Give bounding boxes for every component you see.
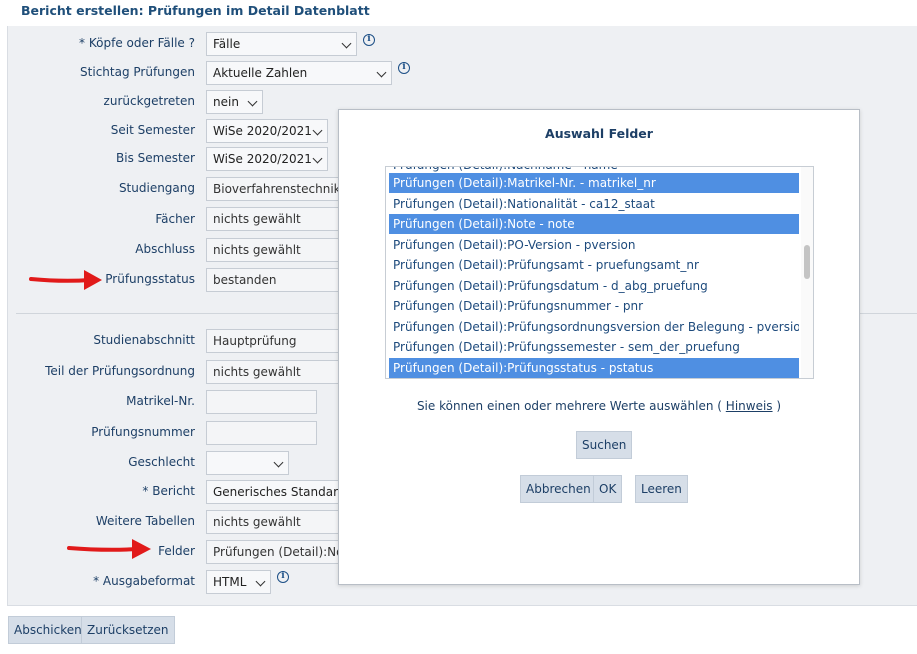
felder-field[interactable]: Prüfungen (Detail):Note (206, 540, 341, 564)
scrollbar[interactable] (801, 167, 813, 378)
stichtag-label: Stichtag Prüfungen (80, 65, 195, 79)
chevron-down-icon (376, 67, 387, 78)
faecher-field[interactable]: nichts gewählt (206, 207, 341, 231)
hint-suffix: ) (776, 399, 782, 413)
pruefungsnummer-input[interactable] (206, 421, 317, 445)
selection-hint: Sie können einen oder mehrere Werte ausw… (339, 399, 859, 413)
list-item[interactable]: Prüfungen (Detail):Prüfungssemester - se… (389, 337, 799, 357)
hinweis-link[interactable]: Hinweis (726, 399, 773, 413)
zurueckgetreten-value: nein (213, 95, 239, 109)
chevron-down-icon (273, 457, 284, 468)
clear-button[interactable]: Leeren (635, 475, 688, 503)
ok-button[interactable]: OK (593, 475, 623, 503)
geschlecht-label: Geschlecht (128, 455, 195, 469)
chevron-down-icon (255, 576, 266, 587)
chevron-down-icon (312, 125, 323, 136)
seit-semester-select[interactable]: WiSe 2020/2021 (206, 119, 328, 143)
reset-button[interactable]: Zurücksetzen (81, 616, 175, 644)
info-icon[interactable]: i (277, 571, 289, 583)
page-title: Bericht erstellen: Prüfungen im Detail D… (21, 3, 370, 18)
bis-semester-label: Bis Semester (116, 151, 195, 165)
studienabschnitt-field[interactable]: Hauptprüfung (206, 329, 341, 353)
info-icon[interactable]: i (398, 62, 410, 74)
studiengang-field[interactable]: Bioverfahrenstechnik (206, 177, 341, 201)
list-item[interactable]: Prüfungen (Detail):Prüfungsdatum - d_abg… (389, 276, 799, 296)
fields-listbox[interactable]: Prüfungen (Detail):Nachname - name Prüfu… (385, 166, 814, 379)
info-icon[interactable]: i (363, 34, 375, 46)
weitere-tabellen-label: Weitere Tabellen (95, 514, 195, 528)
matrikel-label: Matrikel-Nr. (126, 394, 195, 408)
auswahl-felder-dialog: Auswahl Felder Prüfungen (Detail):Nachna… (338, 109, 860, 585)
pruefungsstatus-label: Prüfungsstatus (105, 272, 195, 286)
faecher-label: Fächer (155, 212, 195, 226)
cancel-button[interactable]: Abbrechen (520, 475, 597, 503)
search-button[interactable]: Suchen (576, 431, 633, 459)
matrikel-input[interactable] (206, 390, 317, 414)
koepfe-faelle-select[interactable]: Fälle (206, 32, 357, 56)
dialog-title: Auswahl Felder (545, 126, 653, 141)
bis-semester-select[interactable]: WiSe 2020/2021 (206, 147, 328, 171)
zurueckgetreten-label: zurückgetreten (103, 94, 195, 108)
seit-semester-value: WiSe 2020/2021 (213, 124, 312, 138)
chevron-down-icon (341, 38, 352, 49)
ausgabeformat-select[interactable]: HTML (206, 570, 271, 594)
geschlecht-select[interactable] (206, 451, 289, 475)
list-item[interactable]: Prüfungen (Detail):PO-Version - pversion (389, 235, 799, 255)
felder-label: Felder (158, 544, 195, 558)
teil-po-label: Teil der Prüfungsordnung (45, 364, 195, 378)
hint-prefix: Sie können einen oder mehrere Werte ausw… (416, 399, 722, 413)
seit-semester-label: Seit Semester (110, 123, 195, 137)
chevron-down-icon (247, 96, 258, 107)
koepfe-faelle-label: * Köpfe oder Fälle ? (79, 36, 195, 50)
abschluss-label: Abschluss (135, 242, 195, 256)
list-item[interactable]: Prüfungen (Detail):Prüfungsordnungsversi… (389, 317, 799, 337)
teil-po-field[interactable]: nichts gewählt (206, 360, 341, 384)
weitere-tabellen-field[interactable]: nichts gewählt (206, 510, 341, 534)
studiengang-label: Studiengang (118, 181, 195, 195)
scrollbar-thumb[interactable] (804, 245, 810, 279)
list-item[interactable]: Prüfungen (Detail):Prüfungsstatus - psta… (389, 357, 799, 378)
zurueckgetreten-select[interactable]: nein (206, 90, 263, 114)
stichtag-select[interactable]: Aktuelle Zahlen (206, 61, 392, 85)
submit-button[interactable]: Abschicken (8, 616, 88, 644)
abschluss-field[interactable]: nichts gewählt (206, 238, 341, 262)
list-item[interactable]: Prüfungen (Detail):Nationalität - ca12_s… (389, 194, 799, 214)
studienabschnitt-label: Studienabschnitt (93, 333, 195, 347)
list-item[interactable]: Prüfungen (Detail):Prüfungsamt - pruefun… (389, 255, 799, 275)
pruefungsnummer-label: Prüfungsnummer (91, 425, 195, 439)
red-arrow-icon (29, 270, 102, 290)
list-item[interactable]: Prüfungen (Detail):Prüfungsnummer - pnr (389, 296, 799, 316)
pruefungsstatus-field[interactable]: bestanden (206, 268, 341, 292)
ausgabeformat-label: * Ausgabeformat (93, 574, 195, 588)
red-arrow-icon (67, 539, 151, 559)
bericht-select[interactable]: Generisches Standardl (206, 480, 341, 504)
chevron-down-icon (312, 153, 323, 164)
bis-semester-value: WiSe 2020/2021 (213, 152, 312, 166)
list-item[interactable]: Prüfungen (Detail):Matrikel-Nr. - matrik… (389, 173, 799, 193)
ausgabeformat-value: HTML (213, 575, 247, 589)
stichtag-value: Aktuelle Zahlen (213, 66, 308, 80)
koepfe-faelle-value: Fälle (213, 37, 241, 51)
bericht-label: * Bericht (142, 484, 195, 498)
list-item[interactable]: Prüfungen (Detail):Note - note (389, 214, 799, 234)
